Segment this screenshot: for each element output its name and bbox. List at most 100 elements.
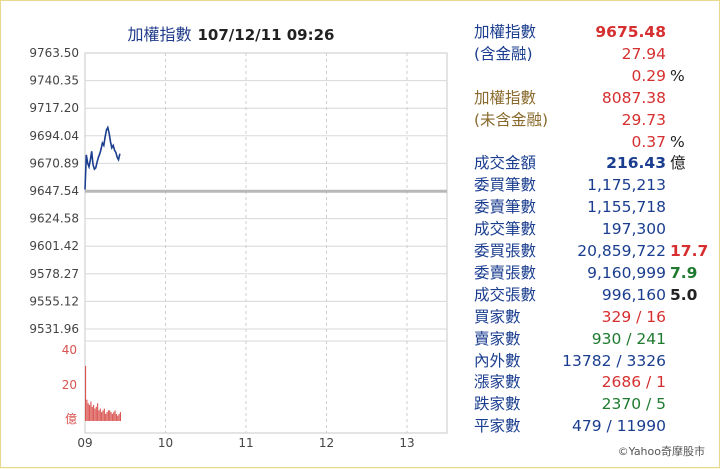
y-tick-label: 9624.58	[29, 212, 79, 226]
stat-value: 0.29	[631, 66, 666, 85]
stat-label: 成交張數	[474, 285, 537, 304]
volume-bar	[90, 401, 92, 421]
y-axis: 9763.50 9740.35 9717.20 9694.04 9670.89 9647.…	[29, 46, 79, 336]
volume-bar	[117, 415, 119, 421]
volume-bar	[113, 412, 115, 421]
y-tick-label: 9670.89	[29, 156, 79, 170]
stat-row: 0.29%	[474, 65, 714, 87]
chart-grid	[84, 52, 448, 434]
y-tick-label: 9531.96	[29, 322, 79, 336]
stat-suffix: 7.9	[670, 263, 698, 282]
stat-label: (未含金融)	[474, 110, 549, 129]
volume-bar	[98, 410, 100, 421]
y-tick-label: 9555.12	[29, 294, 79, 308]
stat-label: 委賣張數	[474, 263, 537, 282]
plot-border	[84, 52, 448, 434]
volume-bar	[119, 412, 121, 421]
stat-label: 漲家數	[474, 373, 521, 392]
stat-value: 329 / 16	[601, 307, 666, 326]
stat-value: 197,300	[601, 220, 666, 239]
stat-value: 20,859,722	[577, 242, 666, 260]
stat-value: 8087.38	[601, 88, 666, 107]
volume-bar	[110, 412, 112, 421]
y-tick-label: 9601.42	[29, 239, 79, 253]
volume-axis: 40 20 億	[62, 343, 77, 426]
copyright: ©Yahoo奇摩股市	[617, 445, 705, 458]
stat-value: 0.37	[631, 132, 666, 151]
x-tick-label: 09	[77, 436, 92, 450]
stat-label: 賣家數	[474, 329, 521, 348]
stat-suffix: 17.7	[670, 242, 709, 260]
stat-value: 29.73	[621, 110, 666, 129]
stat-value: 479 / 11990	[572, 417, 666, 436]
stat-suffix: 5.0	[670, 285, 698, 304]
volume-bar	[86, 399, 88, 421]
intraday-chart: 9763.50 9740.35 9717.20 9694.04 9670.89 9647.…	[29, 46, 448, 450]
index-widget: 加權指數 107/12/11 09:26 9763.50 9740.35 9717.2…	[0, 0, 720, 468]
y-tick-label: 9647.54	[29, 184, 79, 198]
volume-bar	[105, 413, 107, 421]
stat-row: 內外數 13782 / 3326	[474, 350, 714, 372]
stat-value: 1,155,718	[587, 198, 666, 217]
stat-row: 委賣張數 9,160,999 7.9	[474, 262, 714, 284]
volume-bar	[99, 408, 101, 421]
stat-label: 委買張數	[474, 242, 537, 260]
stat-label: 跌家數	[474, 395, 521, 414]
stat-row: 平家數 479 / 11990	[474, 415, 714, 437]
stat-row: 加權指數 9675.48	[474, 21, 714, 43]
x-tick-label: 10	[158, 436, 173, 450]
volume-tick-label: 億	[65, 412, 77, 426]
stat-label: 委買筆數	[474, 176, 537, 195]
y-tick-label: 9717.20	[29, 101, 79, 115]
stat-row: 成交張數 996,160 5.0	[474, 284, 714, 306]
stat-suffix: %	[670, 66, 685, 85]
stat-label: 委賣筆數	[474, 198, 537, 217]
volume-bar	[85, 365, 87, 421]
stat-row: 加權指數 8087.38	[474, 87, 714, 109]
x-tick-label: 12	[319, 436, 334, 450]
volume-bar	[106, 412, 108, 421]
stat-label: (含金融)	[474, 44, 533, 63]
stat-row: (含金融) 27.94	[474, 43, 714, 65]
volume-tick-label: 20	[62, 378, 77, 392]
volume-bar	[107, 410, 109, 421]
stat-row: 漲家數 2686 / 1	[474, 371, 714, 393]
volume-bar	[103, 408, 105, 421]
stat-row: (未含金融) 29.73	[474, 109, 714, 131]
stat-value: 1,175,213	[587, 176, 666, 195]
stat-label: 加權指數	[474, 88, 537, 107]
volume-bar	[95, 406, 97, 421]
stat-value: 13782 / 3326	[562, 351, 666, 370]
volume-bar	[101, 412, 103, 421]
stat-row: 委賣筆數 1,155,718	[474, 196, 714, 218]
stat-row: 跌家數 2370 / 5	[474, 393, 714, 415]
volume-bar	[115, 413, 117, 421]
volume-bar	[114, 410, 116, 421]
stat-suffix: %	[670, 132, 685, 151]
volume-bars	[85, 365, 121, 421]
stat-label: 加權指數	[474, 23, 537, 41]
volume-bar	[91, 406, 93, 421]
stat-value: 9675.48	[595, 23, 666, 41]
volume-bar	[87, 403, 89, 421]
stat-value: 930 / 241	[591, 329, 666, 348]
y-tick-label: 9740.35	[29, 74, 79, 88]
stat-suffix: 億	[670, 154, 686, 173]
stat-label: 買家數	[474, 307, 521, 326]
stat-row: 賣家數 930 / 241	[474, 328, 714, 350]
x-axis: 09 10 11 12 13	[77, 436, 414, 450]
volume-bar	[93, 405, 95, 421]
volume-tick-label: 40	[62, 343, 77, 357]
stat-label: 平家數	[474, 417, 521, 436]
stat-label: 內外數	[474, 351, 521, 370]
volume-bar	[97, 403, 99, 421]
stat-value: 27.94	[621, 44, 666, 63]
stat-label: 成交筆數	[474, 220, 537, 239]
volume-bar	[111, 413, 113, 421]
stat-row: 委買筆數 1,175,213	[474, 174, 714, 196]
stat-value: 9,160,999	[587, 263, 666, 282]
stat-row: 委買張數 20,859,722 17.7	[474, 240, 714, 262]
y-tick-label: 9763.50	[29, 46, 79, 60]
stat-value: 2686 / 1	[601, 373, 666, 392]
stat-label: 成交金額	[474, 154, 537, 173]
